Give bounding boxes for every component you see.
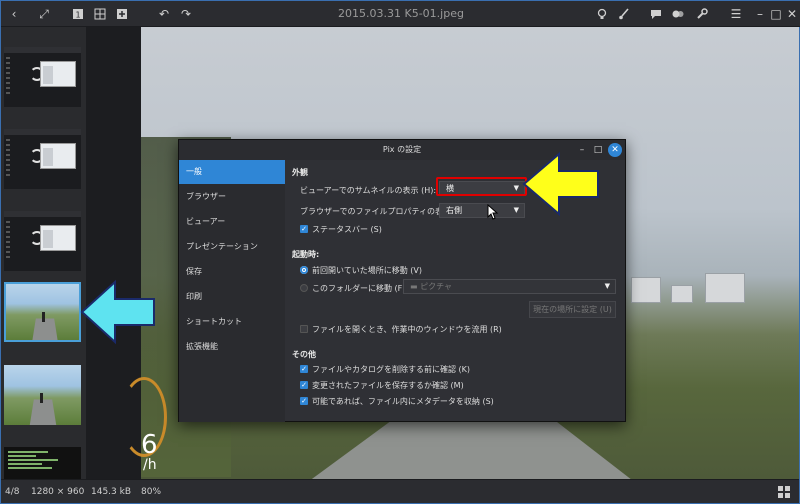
- reuse-window-checkbox[interactable]: [300, 325, 308, 333]
- radio-last-location-label: 前回開いていた場所に移動 (V): [312, 266, 423, 275]
- startup-folder-combo[interactable]: ▬ ピクチャ ▼: [403, 279, 616, 294]
- comment-icon[interactable]: [647, 5, 665, 23]
- menu-icon[interactable]: ☰: [727, 5, 745, 23]
- tags-icon[interactable]: [669, 5, 687, 23]
- chevron-down-icon: ▼: [604, 282, 610, 290]
- radio-last-location[interactable]: [300, 266, 308, 274]
- section-appearance: 外観: [292, 168, 308, 177]
- dialog-close-icon[interactable]: ✕: [608, 143, 622, 157]
- svg-text:1: 1: [75, 11, 80, 20]
- image-dimensions: 1280 × 960: [31, 487, 85, 497]
- save-metadata-checkbox[interactable]: ✓: [300, 397, 308, 405]
- thumbnail[interactable]: [4, 365, 81, 425]
- confirm-save-checkbox[interactable]: ✓: [300, 381, 308, 389]
- reuse-window-label: ファイルを開くとき、作業中のウィンドウを流用 (R): [312, 325, 502, 334]
- folder-icon: ▬: [410, 282, 421, 291]
- thumbnail[interactable]: [4, 47, 81, 107]
- section-startup: 起動時:: [292, 250, 320, 259]
- yellow-arrow-icon: [522, 151, 599, 217]
- fullscreen-icon[interactable]: ⤢: [35, 5, 53, 23]
- thumbnail[interactable]: [4, 129, 81, 189]
- statusbar-checkbox[interactable]: ✓: [300, 225, 308, 233]
- cyan-arrow-icon: [80, 279, 155, 345]
- grid-view-icon[interactable]: [777, 485, 791, 499]
- settings-nav: 一般 ブラウザー ビューアー プレゼンテーション 保存 印刷 ショートカット 拡…: [179, 160, 285, 422]
- speed-unit: /h: [143, 457, 157, 473]
- nav-save[interactable]: 保存: [179, 260, 285, 284]
- zoom-level: 80%: [141, 487, 162, 497]
- nav-browser[interactable]: ブラウザー: [179, 185, 285, 209]
- set-current-location-button[interactable]: 現在の場所に設定 (U): [529, 301, 616, 318]
- rotate-left-icon[interactable]: ↶: [155, 5, 173, 23]
- brush-icon[interactable]: [615, 5, 633, 23]
- chevron-down-icon: ▼: [513, 206, 519, 214]
- rotate-right-icon[interactable]: ↷: [177, 5, 195, 23]
- nav-general[interactable]: 一般: [179, 160, 285, 184]
- thumb-position-label: ビューアーでのサムネイルの表示 (H):: [300, 186, 437, 195]
- buildings: [611, 263, 771, 303]
- status-bar: 4/8 1280 × 960 145.3 kB 80%: [1, 479, 799, 503]
- app-window: ‹ ⤢ 1 ↶ ↷ 2015.03.31 K5-01.jpeg ☰ – □ ✕ …: [0, 0, 800, 504]
- radio-this-folder-label: このフォルダーに移動 (F):: [312, 284, 409, 293]
- nav-print[interactable]: 印刷: [179, 285, 285, 309]
- speed-value: 6: [141, 430, 158, 460]
- view-add-icon[interactable]: [113, 5, 131, 23]
- thumbnail-selected[interactable]: [4, 282, 81, 342]
- thumbnail[interactable]: [4, 211, 81, 271]
- lightbulb-icon[interactable]: [593, 5, 611, 23]
- thumbnail[interactable]: [4, 447, 81, 479]
- file-props-value: 右側: [446, 206, 462, 215]
- startup-folder-value: ピクチャ: [420, 282, 453, 291]
- wrench-icon[interactable]: [693, 5, 711, 23]
- back-icon[interactable]: ‹: [5, 5, 23, 23]
- confirm-save-label: 変更されたファイルを保存するか確認 (M): [312, 381, 464, 390]
- confirm-delete-checkbox[interactable]: ✓: [300, 365, 308, 373]
- close-icon[interactable]: ✕: [783, 5, 800, 23]
- nav-viewer[interactable]: ビューアー: [179, 210, 285, 234]
- confirm-delete-label: ファイルやカタログを削除する前に確認 (K): [312, 365, 471, 374]
- nav-extensions[interactable]: 拡張機能: [179, 335, 285, 359]
- view-single-icon[interactable]: 1: [69, 5, 87, 23]
- file-size: 145.3 kB: [91, 487, 132, 497]
- section-other: その他: [292, 350, 316, 359]
- file-props-combo[interactable]: 右側 ▼: [439, 203, 525, 218]
- thumbnail-strip[interactable]: [1, 27, 86, 479]
- nav-shortcuts[interactable]: ショートカット: [179, 310, 285, 334]
- nav-presentation[interactable]: プレゼンテーション: [179, 235, 285, 259]
- view-grid-icon[interactable]: [91, 5, 109, 23]
- highlight-box: [436, 177, 527, 196]
- save-metadata-label: 可能であれば、ファイル内にメタデータを収納 (S): [312, 397, 494, 406]
- image-position: 4/8: [5, 487, 20, 497]
- radio-this-folder[interactable]: [300, 284, 308, 292]
- mouse-cursor-icon: [487, 204, 499, 220]
- statusbar-label: ステータスバー (S): [312, 225, 382, 234]
- toolbar: ‹ ⤢ 1 ↶ ↷ 2015.03.31 K5-01.jpeg ☰ – □ ✕: [1, 1, 800, 27]
